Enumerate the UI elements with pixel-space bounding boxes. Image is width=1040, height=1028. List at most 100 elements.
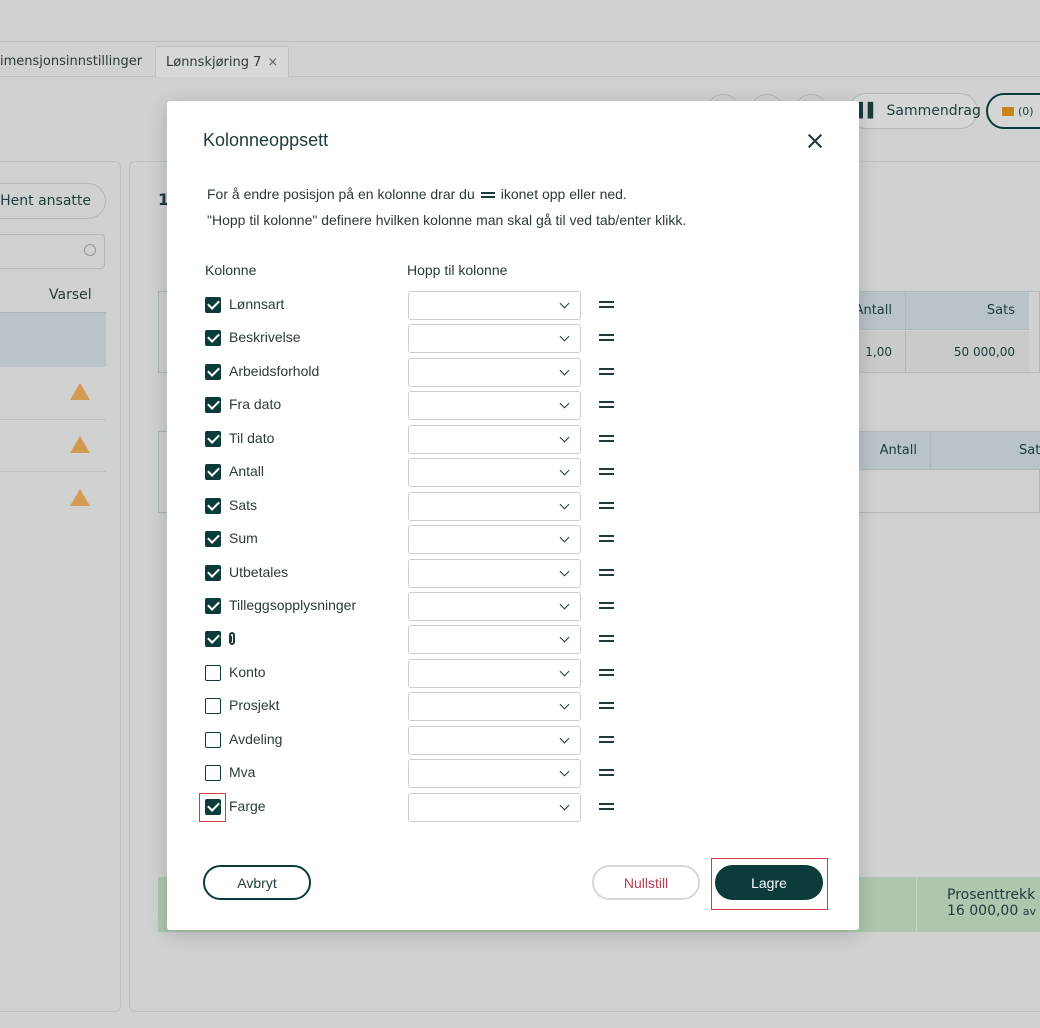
instruction-line-2: "Hopp til kolonne" definere hvilken kolo… — [207, 212, 687, 228]
chevron-down-icon — [559, 766, 570, 777]
column-label: Utbetales — [229, 563, 289, 580]
jump-to-column-select[interactable] — [408, 759, 581, 789]
reset-button[interactable]: Nullstill — [592, 865, 700, 900]
files-button[interactable]: (0) — [986, 93, 1040, 129]
column-label: Sats — [229, 496, 258, 513]
drag-handle-icon[interactable] — [599, 635, 614, 643]
chevron-down-icon — [559, 298, 570, 309]
column-visibility-checkbox[interactable] — [205, 798, 221, 815]
column-visibility-checkbox[interactable] — [205, 397, 221, 414]
jump-to-column-select[interactable] — [408, 625, 581, 655]
column-header-jump-to: Hopp til kolonne — [407, 262, 508, 278]
dialog-title: Kolonneoppsett — [203, 130, 329, 150]
drag-handle-icon[interactable] — [599, 769, 614, 777]
chevron-down-icon — [559, 632, 570, 643]
column-label: Antall — [229, 463, 265, 480]
chevron-down-icon — [559, 666, 570, 677]
close-tab-icon[interactable]: × — [267, 55, 278, 70]
drag-handle-icon[interactable] — [599, 334, 614, 342]
files-count: (0) — [1018, 104, 1034, 118]
drag-handle-icon[interactable] — [599, 401, 614, 409]
drag-handle-icon[interactable] — [599, 301, 614, 309]
jump-to-column-select[interactable] — [408, 692, 581, 722]
chevron-down-icon — [559, 699, 570, 710]
column-visibility-checkbox[interactable] — [205, 363, 221, 380]
jump-to-column-select[interactable] — [408, 658, 581, 688]
jump-to-column-select[interactable] — [408, 291, 581, 320]
drag-handle-icon[interactable] — [599, 367, 614, 376]
drag-handle-icon[interactable] — [599, 501, 614, 510]
column-visibility-checkbox[interactable] — [205, 430, 221, 447]
column-row: Fra dato — [167, 390, 859, 423]
jump-to-column-select[interactable] — [408, 792, 581, 822]
employee-search-input[interactable] — [0, 234, 105, 269]
chevron-down-icon — [559, 432, 570, 443]
jump-to-column-select[interactable] — [408, 424, 581, 454]
jump-to-column-select[interactable] — [408, 525, 581, 555]
table-cell-sats[interactable]: 50 000,00 — [905, 331, 1029, 372]
column-label: Lønnsart — [229, 296, 285, 312]
close-icon[interactable] — [805, 131, 825, 151]
jump-to-column-select[interactable] — [408, 391, 581, 421]
column-visibility-checkbox[interactable] — [205, 497, 221, 514]
cancel-button[interactable]: Avbryt — [203, 865, 311, 900]
jump-to-column-select[interactable] — [408, 558, 581, 588]
column-visibility-checkbox[interactable] — [205, 531, 221, 548]
column-visibility-checkbox[interactable] — [205, 330, 221, 347]
drag-handle-icon[interactable] — [599, 434, 614, 443]
drag-handle-icon[interactable] — [599, 802, 614, 811]
chevron-down-icon — [559, 532, 570, 543]
jump-to-column-select[interactable] — [408, 591, 581, 621]
selected-employee-row[interactable] — [0, 312, 106, 367]
column-row: Utbetales — [167, 558, 859, 591]
drag-handle-icon[interactable] — [599, 468, 614, 476]
warning-icon — [70, 489, 90, 506]
instruction-text-before: For å endre posisjon på en kolonne drar … — [207, 186, 475, 202]
column-setup-dialog: Kolonneoppsett For å endre posisjon på e… — [167, 101, 859, 930]
tab-payroll-run[interactable]: Lønnskjøring 7 × — [155, 46, 290, 77]
column-visibility-checkbox[interactable] — [205, 564, 221, 581]
warning-icon — [70, 436, 90, 453]
column-visibility-checkbox[interactable] — [205, 297, 221, 313]
column-visibility-checkbox[interactable] — [205, 698, 221, 715]
drag-handle-icon[interactable] — [599, 702, 614, 710]
column-label: Arbeidsforhold — [229, 362, 320, 379]
column-label: Konto — [229, 663, 266, 680]
column-row: Sats — [167, 491, 859, 524]
column-visibility-checkbox[interactable] — [205, 631, 221, 648]
drag-handle-icon[interactable] — [599, 668, 614, 677]
column-label: Avdeling — [229, 730, 283, 747]
folder-icon — [1002, 106, 1014, 116]
drag-handle-icon[interactable] — [599, 735, 614, 744]
save-button[interactable]: Lagre — [715, 865, 823, 900]
drag-handle-icon[interactable] — [599, 601, 614, 610]
instruction-text-after: ikonet opp eller ned. — [500, 186, 627, 202]
percent-deduction-summary: Prosenttrekk ( 16 000,00 av 50 — [916, 877, 1040, 932]
column-row — [167, 624, 859, 657]
column-header-kolonne: Kolonne — [205, 262, 257, 278]
bar-chart-icon: ▍▌ — [859, 103, 878, 119]
tab-label: imensjonsinnstillinger — [0, 54, 143, 69]
jump-to-column-select[interactable] — [408, 491, 581, 521]
column-visibility-checkbox[interactable] — [205, 464, 221, 481]
jump-to-column-select[interactable] — [408, 725, 581, 755]
drag-handle-icon[interactable] — [599, 568, 614, 577]
column-visibility-checkbox[interactable] — [205, 765, 221, 782]
column-visibility-checkbox[interactable] — [205, 731, 221, 748]
fetch-employees-button[interactable]: Hent ansatte — [0, 183, 106, 219]
drag-handle-icon[interactable] — [599, 535, 614, 543]
jump-to-column-select[interactable] — [408, 458, 581, 488]
column-visibility-checkbox[interactable] — [205, 597, 221, 614]
jump-to-column-select[interactable] — [408, 357, 581, 387]
jump-to-column-select[interactable] — [408, 324, 581, 354]
column-label: Fra dato — [229, 396, 282, 413]
column-row: Lønnsart — [167, 290, 859, 323]
column-row: Konto — [167, 658, 859, 691]
chevron-down-icon — [559, 800, 570, 811]
column-label: Prosjekt — [229, 697, 280, 714]
chevron-down-icon — [559, 331, 570, 342]
tab-dimension-settings[interactable]: imensjonsinnstillinger — [0, 46, 152, 77]
column-row: Til dato — [167, 424, 859, 457]
summary-button[interactable]: ▍▌ Sammendrag — [848, 93, 981, 129]
column-visibility-checkbox[interactable] — [205, 664, 221, 681]
